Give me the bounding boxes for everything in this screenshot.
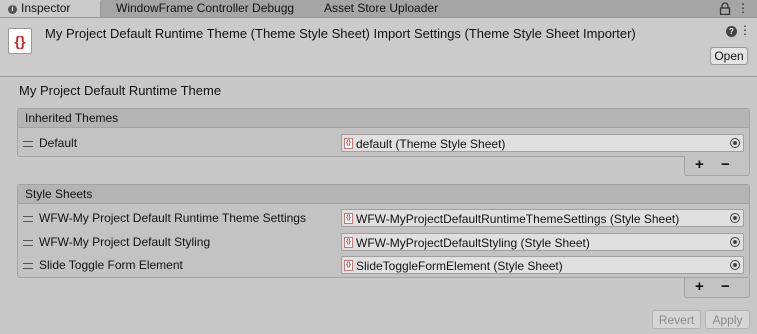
tab-label: Asset Store Uploader: [324, 1, 439, 15]
header-menu-icon[interactable]: ⋮: [739, 23, 751, 37]
inspector-header: {} My Project Default Runtime Theme (The…: [0, 18, 757, 77]
inherited-themes-header: Inherited Themes: [18, 109, 749, 128]
object-field[interactable]: {} WFW-MyProjectDefaultRuntimeThemeSetti…: [341, 209, 744, 227]
item-label: Slide Toggle Form Element: [39, 258, 183, 272]
list-item: Slide Toggle Form Element {} SlideToggle…: [18, 255, 749, 275]
tab-windowframe-controller-debug[interactable]: WindowFrame Controller Debugg: [108, 0, 308, 17]
object-picker-icon[interactable]: [730, 138, 740, 148]
open-button[interactable]: Open: [710, 47, 748, 65]
object-field-value: WFW-MyProjectDefaultStyling (Style Sheet…: [356, 236, 590, 250]
tab-label: Inspector: [21, 1, 71, 15]
tab-asset-store-uploader[interactable]: Asset Store Uploader: [316, 0, 466, 17]
tab-label: WindowFrame Controller Debugg: [116, 1, 295, 15]
remove-item-button[interactable]: −: [721, 278, 730, 296]
drag-handle-icon[interactable]: [23, 240, 33, 246]
item-label: WFW-My Project Default Styling: [39, 235, 211, 249]
style-sheet-icon: {}: [344, 260, 353, 271]
style-sheet-icon: {}: [8, 28, 32, 54]
style-sheets-header: Style Sheets: [18, 185, 749, 204]
lock-icon[interactable]: [719, 2, 731, 15]
revert-button[interactable]: Revert: [652, 310, 701, 329]
object-field-value: SlideToggleFormElement (Style Sheet): [356, 259, 563, 273]
tab-bar: i Inspector WindowFrame Controller Debugg…: [0, 0, 757, 18]
list-item: WFW-My Project Default Runtime Theme Set…: [18, 208, 749, 228]
style-sheet-icon: {}: [344, 237, 353, 248]
object-field[interactable]: {} WFW-MyProjectDefaultStyling (Style Sh…: [341, 233, 744, 251]
object-field-value: WFW-MyProjectDefaultRuntimeThemeSettings…: [356, 212, 680, 226]
tab-inspector[interactable]: i Inspector: [0, 0, 101, 17]
info-icon: i: [8, 5, 17, 14]
object-picker-icon[interactable]: [730, 237, 740, 247]
header-title: My Project Default Runtime Theme (Theme …: [45, 26, 636, 41]
list-item: WFW-My Project Default Styling {} WFW-My…: [18, 232, 749, 252]
list-item: Default {} default (Theme Style Sheet): [18, 133, 749, 153]
style-sheet-icon: {}: [344, 138, 353, 149]
object-field[interactable]: {} default (Theme Style Sheet): [341, 134, 744, 152]
tab-menu-icon[interactable]: ⋮: [737, 1, 749, 15]
object-picker-icon[interactable]: [730, 213, 740, 223]
help-icon[interactable]: ?: [726, 26, 737, 37]
inherited-themes-footer: + −: [684, 156, 750, 176]
style-sheet-icon: {}: [344, 213, 353, 224]
style-sheets-footer: + −: [684, 278, 750, 298]
object-field[interactable]: {} SlideToggleFormElement (Style Sheet): [341, 256, 744, 274]
remove-item-button[interactable]: −: [721, 156, 730, 174]
inherited-themes-list: Inherited Themes Default {} default (The…: [17, 108, 750, 157]
drag-handle-icon[interactable]: [23, 216, 33, 222]
style-sheets-list: Style Sheets WFW-My Project Default Runt…: [17, 184, 750, 278]
add-item-button[interactable]: +: [695, 156, 704, 174]
drag-handle-icon[interactable]: [23, 141, 33, 147]
section-title: My Project Default Runtime Theme: [19, 83, 222, 98]
object-picker-icon[interactable]: [730, 260, 740, 270]
object-field-value: default (Theme Style Sheet): [356, 137, 506, 151]
add-item-button[interactable]: +: [695, 278, 704, 296]
item-label: Default: [39, 136, 78, 150]
drag-handle-icon[interactable]: [23, 263, 33, 269]
apply-button[interactable]: Apply: [705, 310, 750, 329]
item-label: WFW-My Project Default Runtime Theme Set…: [39, 211, 306, 225]
